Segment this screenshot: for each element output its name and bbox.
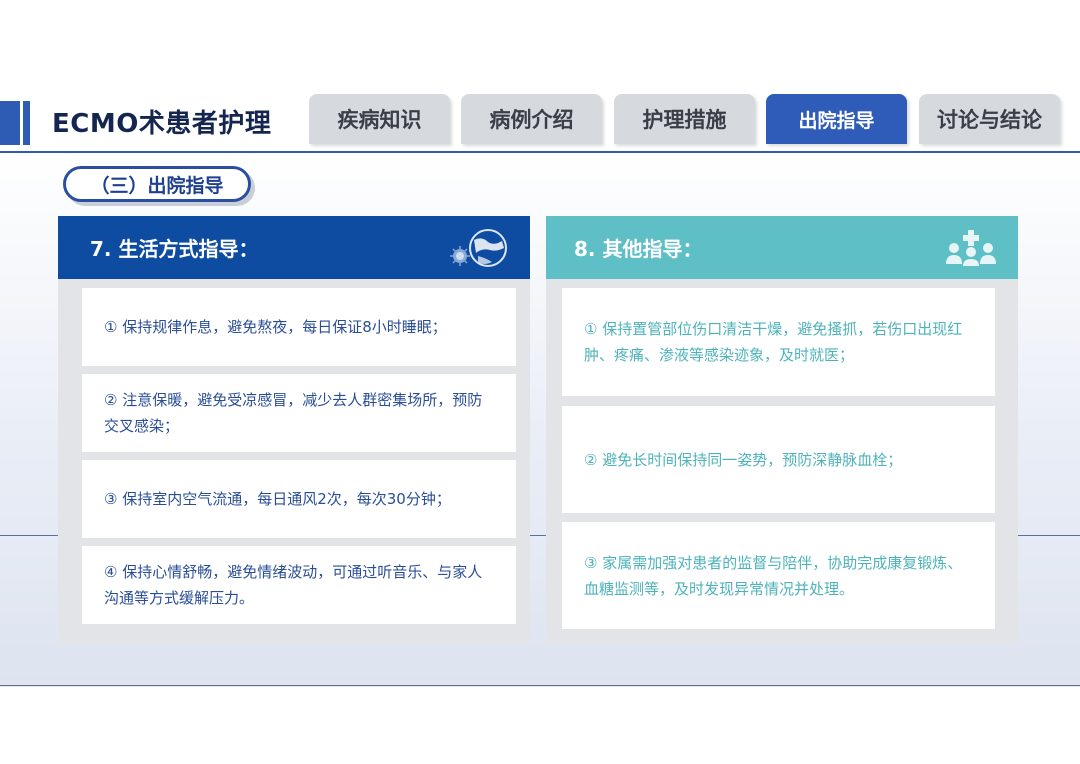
tab-disease-knowledge[interactable]: 疾病知识: [309, 94, 450, 144]
title-accent-bar: [0, 101, 20, 145]
list-item: ④ 保持心情舒畅，避免情绪波动，可通过听音乐、与家人沟通等方式缓解压力。: [82, 546, 516, 624]
panel-title: 8. 其他指导：: [574, 237, 703, 261]
globe-virus-icon: [444, 226, 514, 274]
medical-team-icon: [944, 228, 1002, 272]
section-label: （三）出院指导: [63, 166, 251, 202]
tab-nursing-measures[interactable]: 护理措施: [614, 94, 755, 144]
tab-case-intro[interactable]: 病例介绍: [461, 94, 602, 144]
list-item: ③ 家属需加强对患者的监督与陪伴，协助完成康复锻炼、血糖监测等，及时发现异常情况…: [562, 522, 995, 629]
tab-discharge-guidance[interactable]: 出院指导: [766, 94, 907, 144]
list-item: ② 避免长时间保持同一姿势，预防深静脉血栓；: [562, 406, 995, 513]
list-item: ③ 保持室内空气流通，每日通风2次，每次30分钟；: [82, 460, 516, 538]
header-divider: [0, 151, 1080, 153]
title-accent-bar-thin: [23, 101, 30, 145]
tab-discussion-conclusion[interactable]: 讨论与结论: [919, 94, 1060, 144]
page-title: ECMO术患者护理: [52, 109, 272, 139]
list-item: ① 保持规律作息，避免熬夜，每日保证8小时睡眠；: [82, 288, 516, 366]
list-item: ② 注意保暖，避免受凉感冒，减少去人群密集场所，预防交叉感染；: [82, 374, 516, 452]
other-guidance-panel: 8. 其他指导： ① 保持置管部位伤口清洁干燥，避免搔抓，若伤口出现红肿、疼痛、…: [546, 216, 1018, 644]
list-item: ① 保持置管部位伤口清洁干燥，避免搔抓，若伤口出现红肿、疼痛、渗液等感染迹象，及…: [562, 288, 995, 396]
lifestyle-guidance-panel: 7. 生活方式指导： ① 保持规律作息，避免熬夜，每日保证8小时睡眠； ② 注意…: [58, 216, 530, 644]
panel-title: 7. 生活方式指导：: [90, 237, 259, 261]
